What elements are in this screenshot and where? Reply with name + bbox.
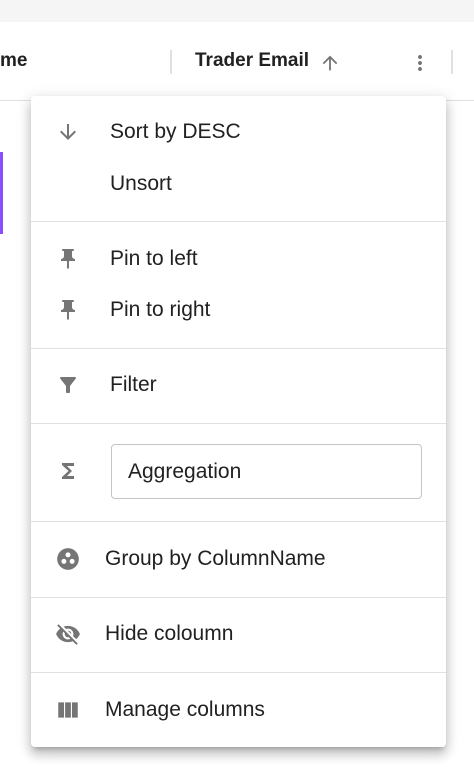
menu-item-label: Pin to right	[110, 298, 211, 321]
menu-item-label: Group by ColumnName	[105, 547, 326, 570]
menu-divider	[31, 597, 446, 598]
arrow-upward-icon[interactable]	[316, 49, 344, 77]
menu-item-label: Sort by DESC	[110, 120, 241, 143]
menu-item-hide-column[interactable]: Hide coloumn	[31, 609, 446, 659]
more-vert-icon[interactable]	[404, 49, 436, 77]
previous-column-title[interactable]: me	[0, 50, 27, 72]
push-pin-icon	[55, 246, 81, 272]
menu-item-label: Pin to left	[110, 247, 198, 270]
menu-item-filter[interactable]: Filter	[31, 360, 446, 410]
menu-divider	[31, 521, 446, 522]
menu-divider	[31, 672, 446, 673]
view-column-icon	[55, 697, 81, 723]
menu-divider	[31, 221, 446, 222]
menu-item-label: Unsort	[110, 172, 172, 195]
menu-item-group-by[interactable]: Group by ColumnName	[31, 534, 446, 584]
menu-item-label: Filter	[110, 373, 157, 396]
workspaces-icon	[55, 546, 81, 572]
menu-item-sort-desc[interactable]: Sort by DESC	[31, 107, 446, 157]
menu-divider	[31, 348, 446, 349]
row-selection-indicator	[0, 152, 3, 234]
arrow-downward-icon	[55, 119, 81, 145]
column-menu: Sort by DESC Unsort Pin to left Pin to r…	[31, 96, 446, 747]
menu-item-unsort[interactable]: Unsort	[31, 159, 446, 209]
visibility-off-icon	[55, 621, 81, 647]
column-title-trader-email[interactable]: Trader Email	[195, 50, 309, 72]
menu-item-label: Hide coloumn	[105, 622, 234, 645]
menu-item-pin-right[interactable]: Pin to right	[31, 285, 446, 335]
filter-icon	[55, 372, 81, 398]
sigma-icon	[55, 458, 81, 484]
aggregation-select-value: Aggregation	[128, 460, 242, 483]
grid-column-header-row: me Trader Email	[0, 22, 474, 101]
menu-item-label: Manage columns	[105, 698, 265, 721]
menu-item-manage-columns[interactable]: Manage columns	[31, 685, 446, 735]
menu-item-pin-left[interactable]: Pin to left	[31, 234, 446, 284]
menu-divider	[31, 423, 446, 424]
column-separator[interactable]	[170, 50, 172, 74]
aggregation-select[interactable]: Aggregation	[111, 444, 422, 499]
column-separator[interactable]	[451, 50, 453, 74]
top-strip	[0, 0, 474, 22]
push-pin-icon	[55, 297, 81, 323]
